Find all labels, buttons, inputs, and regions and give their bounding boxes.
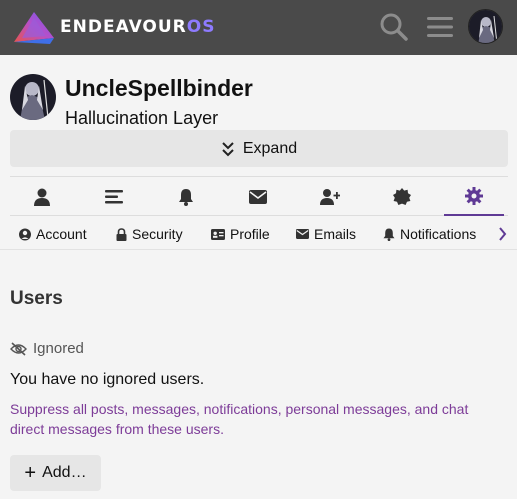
tab-emails[interactable]: Emails xyxy=(296,226,356,242)
menu-button[interactable] xyxy=(424,11,456,43)
bell-icon xyxy=(383,228,395,241)
chevron-right-icon xyxy=(498,227,506,241)
tab-account[interactable]: Account xyxy=(19,226,87,242)
ignored-label: Ignored xyxy=(10,340,84,357)
user-plus-icon xyxy=(320,188,340,205)
tab-emails-label: Emails xyxy=(314,226,357,242)
expand-label: Expand xyxy=(242,139,298,157)
tab-notifications[interactable] xyxy=(156,177,216,216)
tab-notifications-label: Notifications xyxy=(400,226,477,242)
tab-badges[interactable] xyxy=(372,177,432,216)
tab-preferences[interactable] xyxy=(444,177,504,216)
profile-username: UncleSpellbinder xyxy=(65,75,253,101)
tab-summary[interactable] xyxy=(12,177,72,216)
id-card-icon xyxy=(211,228,225,240)
tab-invites[interactable] xyxy=(300,177,360,216)
hamburger-menu-icon xyxy=(427,17,453,37)
site-header: ENDEAVOUROS xyxy=(0,0,517,55)
user-menu-avatar[interactable] xyxy=(468,9,503,44)
tab-activity[interactable] xyxy=(84,177,144,216)
bell-icon xyxy=(179,188,193,206)
badge-icon xyxy=(393,187,411,205)
brand-accent-text: OS xyxy=(186,17,216,37)
no-ignored-users-message: You have no ignored users. xyxy=(10,371,205,388)
ignored-description: Suppress all posts, messages, notificati… xyxy=(10,401,469,437)
profile-avatar xyxy=(10,74,56,120)
tab-profile-label: Profile xyxy=(230,226,270,242)
stream-icon xyxy=(105,189,123,203)
tab-messages[interactable] xyxy=(228,177,288,216)
brand-name[interactable]: ENDEAVOUROS xyxy=(60,17,215,37)
search-button[interactable] xyxy=(378,11,410,43)
gear-icon xyxy=(465,186,483,205)
expand-button[interactable]: Expand xyxy=(10,130,508,167)
user-icon xyxy=(34,188,50,206)
tab-profile[interactable]: Profile xyxy=(211,226,270,242)
user-nav-icon-tabs xyxy=(10,176,508,216)
double-chevron-down-icon xyxy=(222,141,234,156)
lock-icon xyxy=(116,227,127,241)
user-icon xyxy=(19,228,31,240)
profile-user-title: Hallucination Layer xyxy=(65,108,219,128)
envelope-icon xyxy=(296,229,309,239)
tab-notifications-settings[interactable]: Notifications xyxy=(383,226,476,242)
tab-security-label: Security xyxy=(132,226,183,242)
plus-icon: + xyxy=(24,462,37,484)
tab-account-label: Account xyxy=(36,226,87,242)
eye-slash-icon xyxy=(10,341,27,356)
preferences-sub-tabs: Account Security Profile Emails Notifica… xyxy=(0,218,517,250)
envelope-icon xyxy=(249,189,267,204)
add-ignored-user-button[interactable]: + Add… xyxy=(10,455,101,491)
tab-security[interactable]: Security xyxy=(116,226,183,242)
section-title: Users xyxy=(10,288,63,309)
brand-main-text: ENDEAVOUR xyxy=(60,17,187,37)
search-icon xyxy=(380,13,408,41)
endeavouros-logo[interactable] xyxy=(10,8,56,48)
tabs-scroll-next-button[interactable] xyxy=(494,224,510,244)
add-button-label: Add… xyxy=(42,464,87,481)
ignored-label-text: Ignored xyxy=(33,340,84,357)
